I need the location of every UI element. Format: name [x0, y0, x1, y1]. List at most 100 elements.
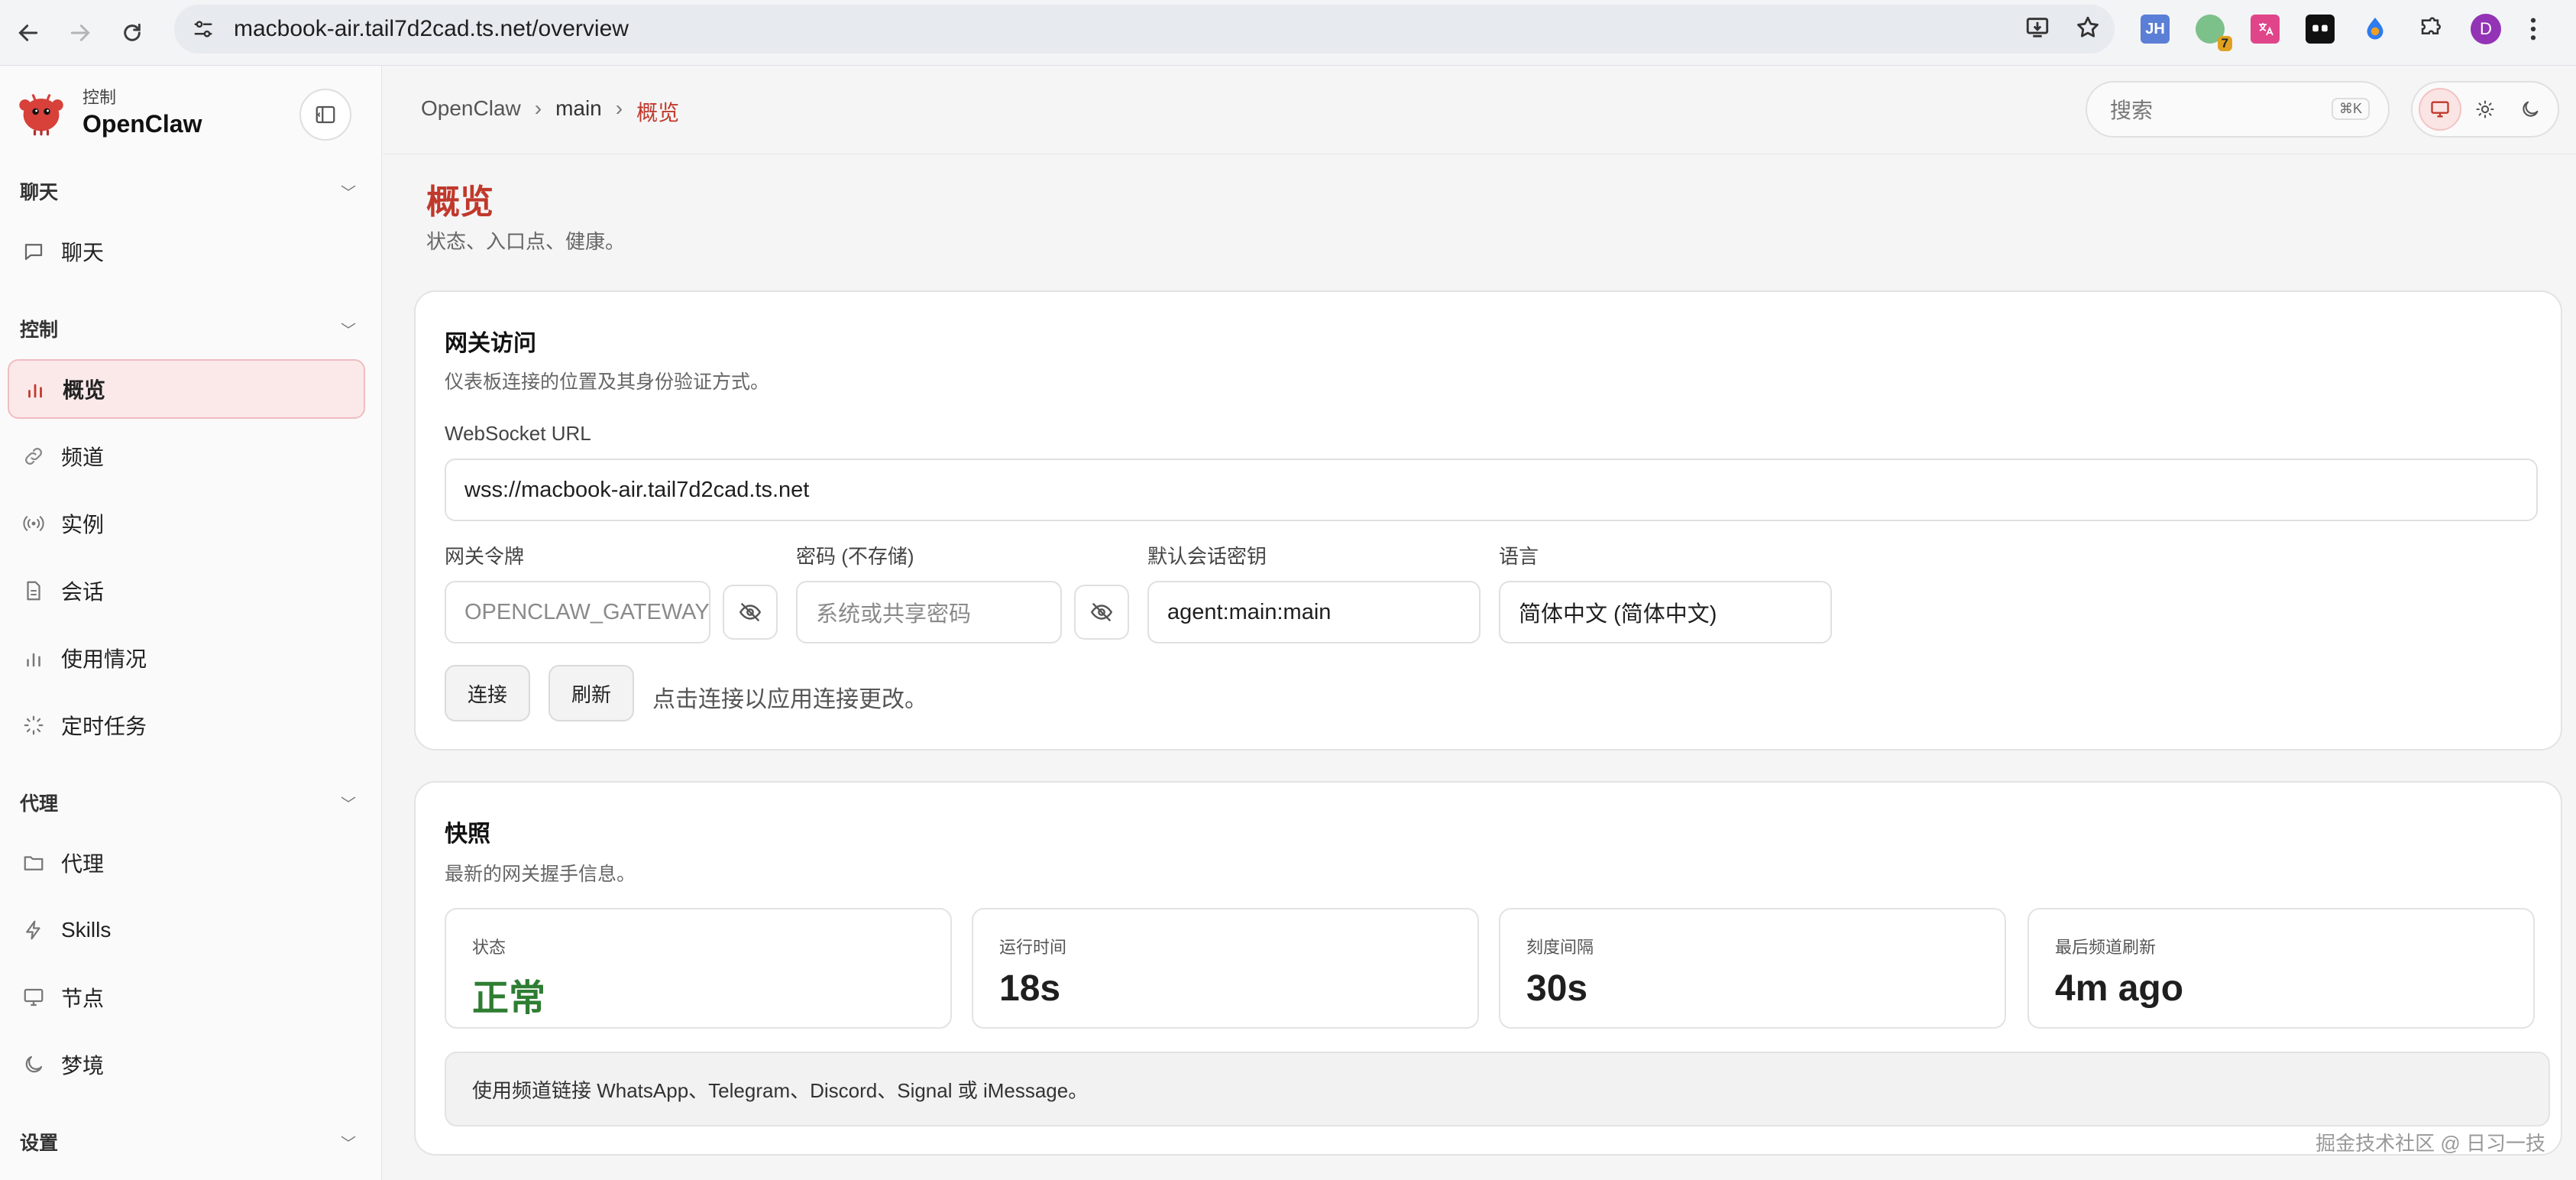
site-settings-icon[interactable]	[180, 6, 226, 52]
stat-value: 30s	[1526, 968, 1588, 1009]
page-subtitle: 状态、入口点、健康。	[426, 230, 626, 253]
sidebar-item-label: 会话	[61, 580, 105, 604]
section-control[interactable]: 控制 ﹀	[20, 315, 356, 342]
puzzle-extensions-icon[interactable]	[2416, 15, 2445, 44]
session-key-input[interactable]: agent:main:main	[1147, 581, 1481, 643]
connect-button[interactable]: 连接	[445, 665, 530, 721]
sidebar-item-dreams[interactable]: 梦境	[8, 1035, 365, 1094]
gateway-token-input[interactable]: OPENCLAW_GATEWAY_TOKEN	[445, 581, 710, 643]
language-select[interactable]: 简体中文 (简体中文)	[1499, 581, 1832, 643]
mask-extension-icon[interactable]	[2306, 15, 2335, 44]
sidebar-item-instances[interactable]: 实例	[8, 494, 365, 553]
brand-name: OpenClaw	[83, 110, 202, 138]
sidebar-collapse-button[interactable]	[299, 89, 351, 141]
eye-off-icon	[1090, 602, 1113, 622]
breadcrumb-main[interactable]: main	[555, 96, 602, 127]
profile-avatar[interactable]: D	[2471, 14, 2501, 44]
stat-tick-interval: 刻度间隔 30s	[1499, 908, 2006, 1029]
theme-dark-button[interactable]	[2509, 88, 2552, 131]
install-app-icon[interactable]	[2024, 15, 2050, 44]
section-chat[interactable]: 聊天 ﹀	[20, 177, 356, 205]
sidebar-item-label: 梦境	[61, 1054, 105, 1078]
url-text[interactable]: macbook-air.tail7d2cad.ts.net/overview	[234, 16, 629, 42]
stat-label: 状态	[472, 938, 506, 957]
sun-icon	[2476, 100, 2494, 118]
loader-icon	[20, 712, 47, 739]
toggle-password-visibility-button[interactable]	[1074, 585, 1129, 640]
channels-callout: 使用频道链接 WhatsApp、Telegram、Discord、Signal …	[445, 1052, 2550, 1127]
bar-chart-icon	[20, 644, 47, 672]
sidebar-item-label: Skills	[61, 918, 112, 942]
breadcrumb: OpenClaw › main › 概览	[421, 96, 679, 127]
stat-label: 运行时间	[999, 938, 1067, 957]
bookmark-star-icon[interactable]	[2075, 15, 2101, 44]
sidebar-item-cron[interactable]: 定时任务	[8, 695, 365, 755]
search-shortcut-badge: ⌘K	[2331, 98, 2370, 120]
brand[interactable]: 控制 OpenClaw	[15, 84, 202, 138]
reload-icon[interactable]	[108, 9, 156, 57]
monitor-icon	[20, 984, 47, 1011]
gateway-card-desc: 仪表板连接的位置及其身份验证方式。	[445, 371, 770, 393]
sidebar-item-overview[interactable]: 概览	[8, 359, 365, 419]
drop-extension-icon[interactable]	[2361, 15, 2390, 44]
snapshot-card-title: 快照	[445, 822, 490, 847]
sidebar-item-label: 使用情况	[61, 647, 147, 671]
back-icon[interactable]	[5, 9, 52, 57]
sidebar-item-usage[interactable]: 使用情况	[8, 628, 365, 688]
broadcast-icon	[20, 510, 47, 537]
browser-menu-icon[interactable]	[2527, 15, 2539, 44]
translate-extension-icon[interactable]	[2251, 15, 2280, 44]
monitor-icon	[2430, 101, 2449, 118]
chevron-down-icon: ﹀	[341, 322, 356, 339]
section-settings[interactable]: 设置 ﹀	[20, 1128, 356, 1156]
message-icon	[20, 238, 47, 265]
browser-toolbar: macbook-air.tail7d2cad.ts.net/overview J…	[0, 0, 2576, 66]
moon-icon	[20, 1051, 47, 1078]
section-agent[interactable]: 代理 ﹀	[20, 789, 356, 816]
address-bar[interactable]: macbook-air.tail7d2cad.ts.net/overview	[174, 5, 2115, 53]
password-input[interactable]: 系统或共享密码	[796, 581, 1062, 643]
openclaw-logo-icon	[19, 93, 63, 135]
breadcrumb-root[interactable]: OpenClaw	[421, 96, 521, 127]
eye-off-icon	[739, 602, 762, 622]
sidebar-item-label: 聊天	[61, 241, 105, 264]
top-bar: OpenClaw › main › 概览 搜索 ⌘K	[383, 66, 2576, 154]
password-label: 密码 (不存储)	[796, 545, 914, 568]
jh-extension-label: JH	[2145, 20, 2165, 37]
breadcrumb-separator: ›	[615, 96, 623, 120]
gateway-token-label: 网关令牌	[445, 545, 525, 568]
sidebar-item-skills[interactable]: Skills	[8, 900, 365, 960]
sidebar-item-label: 实例	[61, 513, 105, 537]
theme-light-button[interactable]	[2464, 88, 2506, 131]
forward-icon[interactable]	[57, 9, 104, 57]
sidebar-item-chat[interactable]: 聊天	[8, 222, 365, 281]
snapshot-card-desc: 最新的网关握手信息。	[445, 864, 636, 885]
gateway-access-card: 网关访问 仪表板连接的位置及其身份验证方式。 WebSocket URL wss…	[414, 290, 2562, 750]
gateway-card-title: 网关访问	[445, 331, 536, 356]
moon-icon	[2523, 101, 2539, 117]
badge-extension-icon[interactable]: 7	[2196, 15, 2232, 51]
sidebar-item-sessions[interactable]: 会话	[8, 561, 365, 621]
jh-extension-icon[interactable]: JH	[2141, 15, 2170, 44]
stat-label: 刻度间隔	[1526, 938, 1594, 957]
refresh-button[interactable]: 刷新	[549, 665, 634, 721]
search-input[interactable]: 搜索 ⌘K	[2086, 81, 2390, 138]
section-chat-label: 聊天	[20, 182, 59, 203]
sidebar-item-label: 节点	[61, 987, 105, 1010]
toggle-token-visibility-button[interactable]	[723, 585, 778, 640]
sidebar-item-agents[interactable]: 代理	[8, 833, 365, 893]
theme-system-button[interactable]	[2418, 88, 2461, 131]
websocket-url-input[interactable]: wss://macbook-air.tail7d2cad.ts.net	[445, 459, 2538, 521]
stat-value: 正常	[472, 978, 546, 1019]
chevron-down-icon: ﹀	[341, 1135, 356, 1152]
chevron-down-icon: ﹀	[341, 796, 356, 813]
sidebar-item-channels[interactable]: 频道	[8, 426, 365, 486]
stat-last-channel-refresh: 最后频道刷新 4m ago	[2027, 908, 2535, 1029]
stat-value: 18s	[999, 968, 1061, 1009]
sidebar-item-label: 定时任务	[61, 715, 147, 738]
sidebar: 控制 OpenClaw 聊天 ﹀ 聊天 控制 ﹀ 概览 频道 实例 会话 使用情…	[0, 66, 382, 1180]
bar-chart-icon	[21, 375, 49, 403]
language-label: 语言	[1499, 545, 1539, 568]
sidebar-item-nodes[interactable]: 节点	[8, 968, 365, 1027]
websocket-url-label: WebSocket URL	[445, 422, 591, 445]
